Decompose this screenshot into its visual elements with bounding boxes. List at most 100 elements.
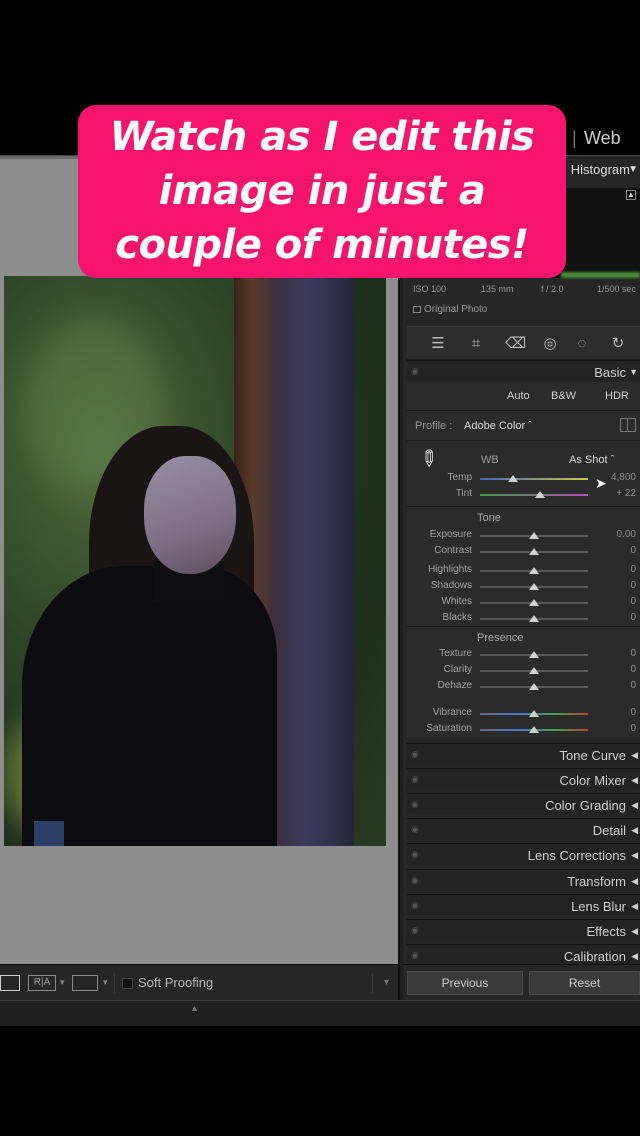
slider-track[interactable] [480, 494, 588, 496]
basic-section-header[interactable]: ◉ Basic ▼ [407, 360, 640, 382]
slider-thumb[interactable] [529, 599, 539, 606]
slider-value[interactable]: 0 [630, 564, 636, 575]
eye-icon[interactable]: ◉ [411, 366, 419, 377]
module-web-link[interactable]: Web [584, 128, 621, 149]
slider-value[interactable]: 0 [630, 580, 636, 591]
slider-value[interactable]: 0 [630, 596, 636, 607]
section-effects[interactable]: ◉ Effects ◀ [407, 919, 640, 941]
slider-value[interactable]: 4,800 [611, 472, 636, 483]
healing-eraser-icon[interactable]: ⌫ [505, 335, 526, 353]
expand-triangle-icon[interactable]: ◀ [631, 951, 638, 962]
collapse-triangle-icon[interactable]: ▼ [628, 164, 638, 175]
eye-icon[interactable]: ◉ [411, 849, 419, 860]
soft-proofing-label[interactable]: Soft Proofing [138, 975, 213, 990]
slider-value[interactable]: 0 [630, 545, 636, 556]
profile-browser-icon[interactable] [620, 418, 636, 432]
slider-value[interactable]: 0 [630, 723, 636, 734]
eye-icon[interactable]: ◉ [411, 824, 419, 835]
eye-icon[interactable]: ◉ [411, 774, 419, 785]
edit-sliders-icon[interactable]: ☰ [429, 335, 447, 353]
treatment-hdr[interactable]: HDR [605, 390, 629, 402]
slider-thumb[interactable] [529, 583, 539, 590]
expand-triangle-icon[interactable]: ◀ [631, 775, 638, 786]
slider-thumb[interactable] [535, 491, 546, 498]
expand-triangle-icon[interactable]: ◀ [631, 750, 638, 761]
eye-icon[interactable]: ◉ [411, 950, 419, 961]
highlight-clipping-icon[interactable]: ▲ [626, 190, 636, 200]
profile-select[interactable]: Adobe Color ˆ [464, 420, 532, 432]
slider-blacks[interactable]: Blacks 0 [407, 610, 640, 626]
slider-thumb[interactable] [529, 615, 539, 622]
slider-highlights[interactable]: Highlights 0 [407, 562, 640, 578]
section-calibration[interactable]: ◉ Calibration ◀ [407, 944, 640, 966]
expand-triangle-icon[interactable]: ◀ [631, 901, 638, 912]
section-lens-corrections[interactable]: ◉ Lens Corrections ◀ [407, 843, 640, 865]
section-lens-blur[interactable]: ◉ Lens Blur ◀ [407, 894, 640, 916]
before-after-icon[interactable]: R|A [28, 975, 56, 991]
previous-button[interactable]: Previous [407, 971, 523, 995]
slider-shadows[interactable]: Shadows 0 [407, 578, 640, 594]
masking-icon[interactable]: ◌ [573, 335, 591, 353]
red-eye-icon[interactable]: ◎ [541, 335, 559, 353]
loupe-view-icon[interactable] [0, 975, 20, 991]
section-color-grading[interactable]: ◉ Color Grading ◀ [407, 793, 640, 815]
treatment-auto[interactable]: Auto [507, 390, 530, 402]
expand-triangle-icon[interactable]: ◀ [631, 926, 638, 937]
slider-value[interactable]: 0 [630, 680, 636, 691]
eye-icon[interactable]: ◉ [411, 900, 419, 911]
slider-dehaze[interactable]: Dehaze 0 [407, 678, 640, 694]
slider-saturation[interactable]: Saturation 0 [407, 721, 640, 737]
slider-value[interactable]: 0 [630, 707, 636, 718]
slider-whites[interactable]: Whites 0 [407, 594, 640, 610]
section-transform[interactable]: ◉ Transform ◀ [407, 869, 640, 891]
slider-thumb[interactable] [529, 726, 539, 733]
wb-select[interactable]: As Shot ˆ [569, 454, 614, 466]
expand-triangle-icon[interactable]: ◀ [631, 825, 638, 836]
slider-value[interactable]: 0 [630, 612, 636, 623]
slider-vibrance[interactable]: Vibrance 0 [407, 705, 640, 721]
original-photo-toggle[interactable]: Original Photo [413, 304, 487, 315]
expand-triangle-icon[interactable]: ◀ [631, 850, 638, 861]
split-dropdown-icon[interactable]: ▾ [103, 977, 108, 988]
eye-icon[interactable]: ◉ [411, 799, 419, 810]
toolbar-menu-icon[interactable]: ▾ [372, 973, 400, 993]
slider-value[interactable]: 0 [630, 648, 636, 659]
before-after-split-icon[interactable] [72, 975, 98, 991]
slider-texture[interactable]: Texture 0 [407, 646, 640, 662]
section-detail[interactable]: ◉ Detail ◀ [407, 818, 640, 840]
slider-thumb[interactable] [529, 667, 539, 674]
slider-thumb[interactable] [529, 710, 539, 717]
slider-thumb[interactable] [529, 567, 539, 574]
slider-thumb[interactable] [508, 475, 519, 482]
slider-thumb[interactable] [529, 651, 539, 658]
slider-track[interactable] [480, 478, 588, 480]
redo-icon[interactable]: ↻ [609, 335, 627, 353]
slider-value[interactable]: 0 [630, 664, 636, 675]
crop-icon[interactable]: ⌗ [467, 335, 485, 353]
expand-triangle-icon[interactable]: ◀ [631, 876, 638, 887]
slider-thumb[interactable] [529, 532, 539, 539]
slider-thumb[interactable] [529, 683, 539, 690]
section-tone-curve[interactable]: ◉ Tone Curve ◀ [407, 743, 640, 765]
eye-icon[interactable]: ◉ [411, 875, 419, 886]
soft-proofing-checkbox[interactable] [122, 978, 133, 989]
filmstrip-toggle-icon[interactable]: ▲ [190, 1003, 199, 1013]
treatment-bw[interactable]: B&W [551, 390, 576, 402]
slider-value[interactable]: 0.00 [617, 529, 636, 540]
module-separator: | [572, 128, 577, 148]
slider-thumb[interactable] [529, 548, 539, 555]
collapse-triangle-icon[interactable]: ▼ [629, 367, 638, 377]
portrait-photo[interactable] [4, 276, 386, 846]
original-photo-checkbox[interactable] [413, 306, 421, 313]
expand-triangle-icon[interactable]: ◀ [631, 800, 638, 811]
before-after-dropdown-icon[interactable]: ▾ [60, 977, 65, 988]
slider-clarity[interactable]: Clarity 0 [407, 662, 640, 678]
section-color-mixer[interactable]: ◉ Color Mixer ◀ [407, 768, 640, 790]
tone-heading: Tone [477, 512, 501, 524]
eye-icon[interactable]: ◉ [411, 925, 419, 936]
slider-contrast[interactable]: Contrast 0 [407, 543, 640, 559]
slider-exposure[interactable]: Exposure 0.00 [407, 527, 640, 543]
slider-value[interactable]: + 22 [616, 488, 636, 499]
reset-button[interactable]: Reset [529, 971, 640, 995]
eye-icon[interactable]: ◉ [411, 749, 419, 760]
